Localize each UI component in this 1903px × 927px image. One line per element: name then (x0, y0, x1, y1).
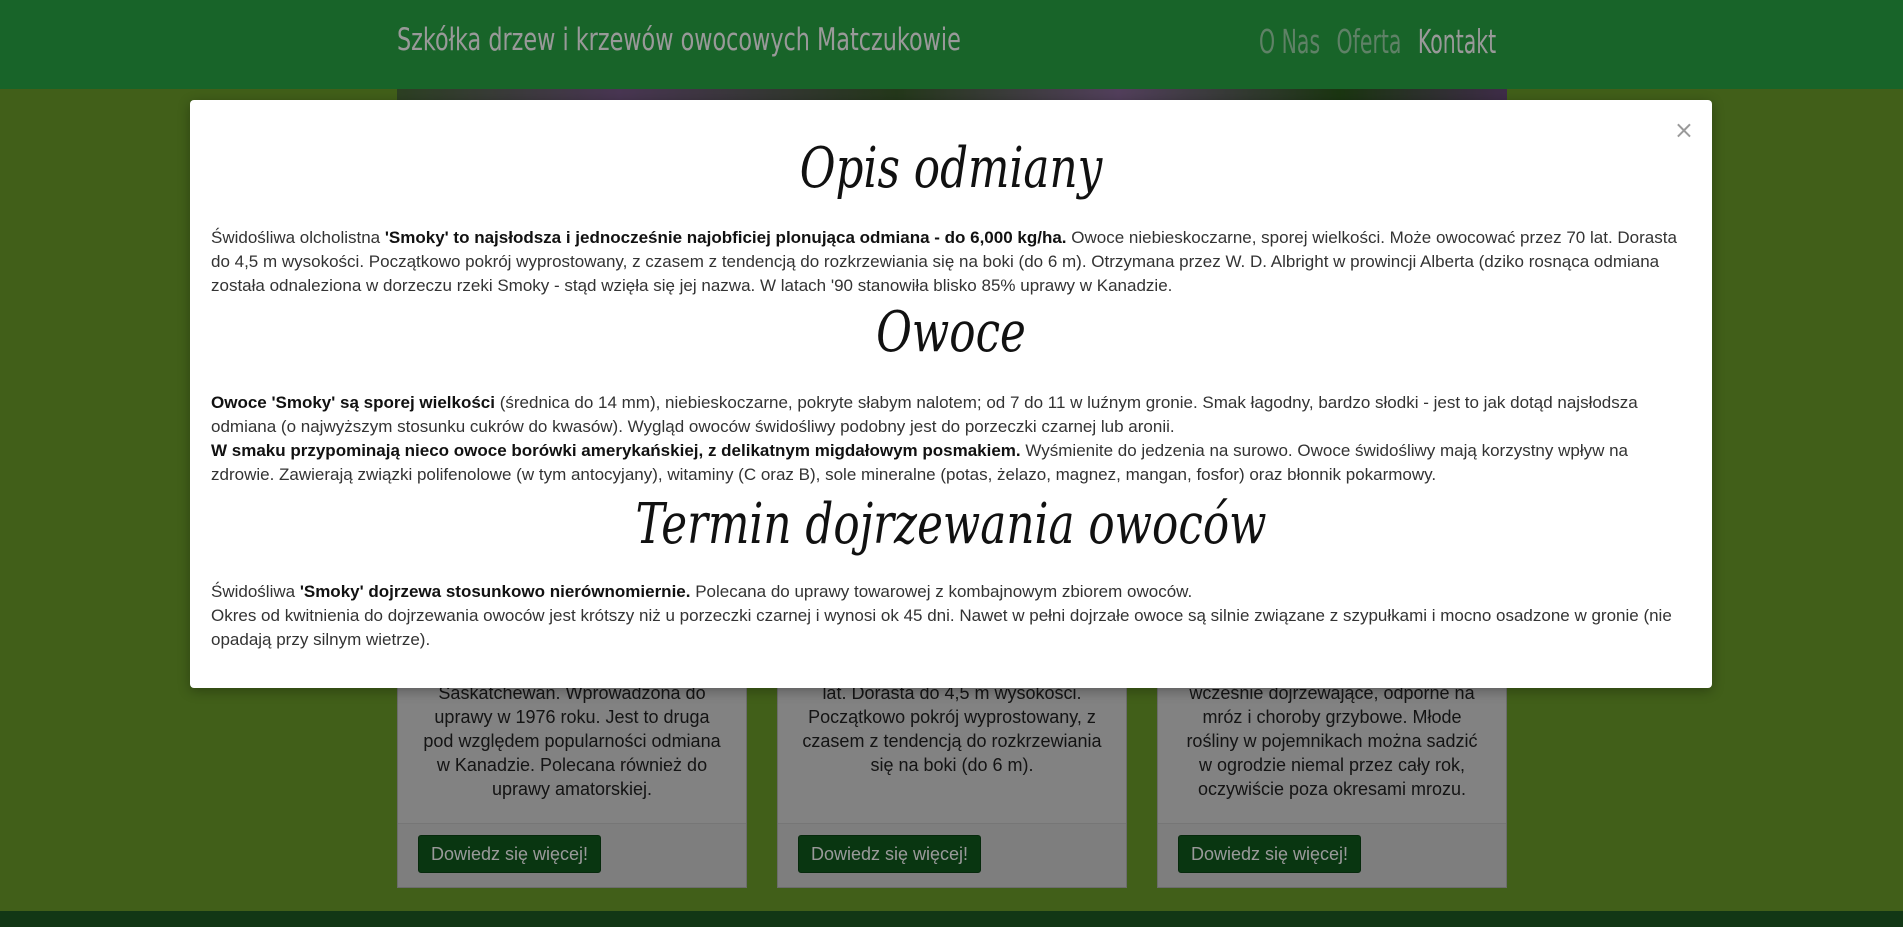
text: Świdośliwa (211, 582, 300, 601)
bold-text: W smaku przypominają nieco owoce borówki… (211, 441, 1021, 460)
text: Świdośliwa olcholistna (211, 228, 385, 247)
close-icon[interactable]: × (1674, 118, 1694, 142)
text: Polecana do uprawy towarowej z kombajnow… (690, 582, 1193, 601)
fruits-paragraph: Owoce 'Smoky' są sporej wielkości (średn… (211, 391, 1691, 487)
bold-text: 'Smoky' to najsłodsza i jednocześnie naj… (384, 228, 1067, 247)
variety-modal: × Opis odmiany Świdośliwa olcholistna 'S… (190, 100, 1712, 688)
text: Okres od kwitnienia do dojrzewania owocó… (211, 606, 1672, 649)
section-title-fruits: Owoce (876, 300, 1026, 365)
bold-text: 'Smoky' dojrzewa stosunkowo nierównomier… (299, 582, 691, 601)
description-paragraph: Świdośliwa olcholistna 'Smoky' to najsło… (211, 226, 1691, 298)
section-title-ripening: Termin dojrzewania owoców (635, 492, 1267, 557)
bold-text: Owoce 'Smoky' są sporej wielkości (211, 393, 495, 412)
section-title-description: Opis odmiany (799, 136, 1103, 201)
ripening-paragraph: Świdośliwa 'Smoky' dojrzewa stosunkowo n… (211, 580, 1691, 652)
